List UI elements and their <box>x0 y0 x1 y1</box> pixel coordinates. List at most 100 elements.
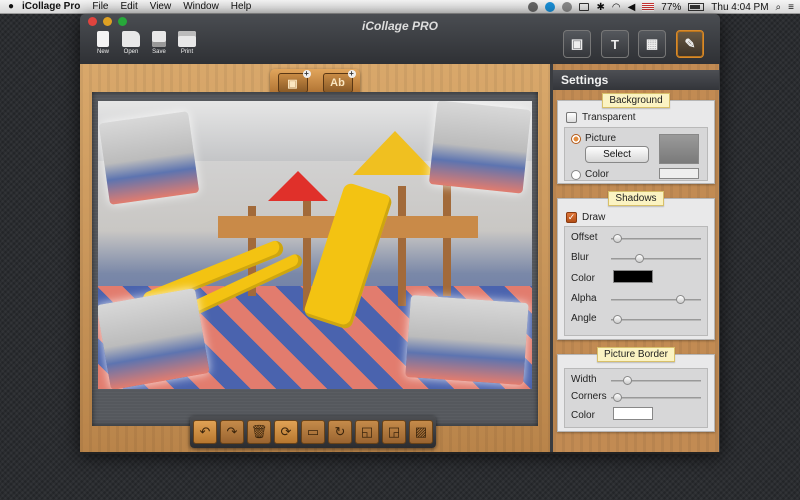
color-label: Color <box>585 169 609 180</box>
draw-checkbox[interactable]: ✓ <box>566 212 577 223</box>
delete-button[interactable]: 🗑 <box>247 420 271 444</box>
text-icon: T <box>611 36 619 52</box>
blur-slider[interactable] <box>611 254 701 263</box>
new-button[interactable]: New <box>90 31 116 55</box>
blur-slider-knob[interactable] <box>635 254 645 263</box>
spotlight-icon[interactable]: ⌕ <box>776 2 782 13</box>
menu-bar: ● iCollage Pro File Edit View Window Hel… <box>0 0 800 14</box>
background-section: Background Transparent Picture Select Co… <box>557 93 715 184</box>
collage-photo-thumbnail[interactable] <box>405 294 529 386</box>
shadow-options: Offset Blur Color Alpha Angle <box>564 226 708 336</box>
shadows-header: Shadows <box>558 191 714 206</box>
battery-icon[interactable] <box>688 3 705 11</box>
draw-label: Draw <box>582 212 606 223</box>
tools-mode-button[interactable]: ✎ <box>676 30 704 58</box>
layout-mode-button[interactable]: ▦ <box>638 30 666 58</box>
select-button[interactable]: Select <box>585 146 649 163</box>
width-label: Width <box>571 374 597 385</box>
add-text-button[interactable]: Ab + <box>322 70 356 93</box>
collage-photo-thumbnail[interactable] <box>428 101 532 194</box>
alpha-label: Alpha <box>571 293 597 304</box>
texture-button[interactable]: ▨ <box>409 420 433 444</box>
background-color-swatch[interactable] <box>659 168 699 179</box>
menu-window[interactable]: Window <box>183 1 219 12</box>
screen-icon[interactable] <box>579 3 590 11</box>
notification-center-icon[interactable]: ≡ <box>788 2 794 13</box>
menu-file[interactable]: File <box>92 1 108 12</box>
pictures-mode-button[interactable]: ▣ <box>563 30 591 58</box>
corners-slider[interactable] <box>611 393 701 402</box>
fit-icon: ▭ <box>306 424 320 439</box>
collage-canvas[interactable] <box>92 92 538 426</box>
volume-icon[interactable]: ◀ <box>628 2 636 13</box>
main-photo[interactable] <box>98 101 532 389</box>
battery-percent[interactable]: 77% <box>661 2 681 13</box>
width-slider-knob[interactable] <box>623 376 633 385</box>
alpha-slider[interactable] <box>611 295 701 304</box>
offset-slider-knob[interactable] <box>612 234 622 243</box>
picture-border-section: Picture Border Width Corners Color <box>557 347 715 432</box>
transparent-label: Transparent <box>582 112 636 123</box>
angle-slider-knob[interactable] <box>612 315 622 324</box>
roof-image <box>353 131 437 175</box>
shuffle-button[interactable]: ⟳ <box>274 420 298 444</box>
picture-radio[interactable] <box>571 133 581 144</box>
layout-icon: ▦ <box>645 36 659 51</box>
text-mode-button[interactable]: T <box>601 30 629 58</box>
shadows-section: Shadows ✓ Draw Offset Blur Color Alpha A… <box>557 191 715 340</box>
redo-icon: ↷ <box>226 424 238 439</box>
add-picture-icon: ▣ <box>287 77 298 90</box>
color-option[interactable]: Color <box>571 169 609 180</box>
save-button[interactable]: Save <box>146 31 172 55</box>
open-button[interactable]: Open <box>118 31 144 55</box>
trash-icon: 🗑 <box>250 424 268 439</box>
alpha-slider-knob[interactable] <box>675 295 685 304</box>
bring-forward-button[interactable]: ◱ <box>355 420 379 444</box>
color-radio[interactable] <box>571 169 581 180</box>
undo-icon: ↶ <box>199 424 211 439</box>
undo-button[interactable]: ↶ <box>193 420 217 444</box>
background-options: Picture Select Color <box>564 127 708 181</box>
picture-option[interactable]: Picture <box>571 133 616 144</box>
rotate-button[interactable]: ↻ <box>328 420 352 444</box>
folder-icon <box>122 31 140 47</box>
shuffle-icon: ⟳ <box>280 424 292 439</box>
wifi-icon[interactable]: ◠ <box>612 2 621 13</box>
clock[interactable]: Thu 4:04 PM <box>711 2 768 13</box>
add-text-icon: Ab <box>330 77 345 89</box>
corners-label: Corners <box>571 391 607 402</box>
border-color-swatch[interactable] <box>613 407 653 420</box>
background-picture-swatch[interactable] <box>659 134 699 164</box>
menu-edit[interactable]: Edit <box>120 1 137 12</box>
status-app-icon[interactable] <box>528 2 539 12</box>
fit-button[interactable]: ▭ <box>301 420 325 444</box>
transparent-option[interactable]: Transparent <box>566 112 636 123</box>
angle-label: Angle <box>571 313 597 324</box>
transparent-checkbox[interactable] <box>566 112 577 123</box>
bluetooth-icon[interactable]: ✱ <box>596 2 604 13</box>
corners-slider-knob[interactable] <box>612 393 622 402</box>
menu-help[interactable]: Help <box>231 1 252 12</box>
offset-slider[interactable] <box>611 234 701 243</box>
skype-icon[interactable] <box>545 2 556 12</box>
menu-view[interactable]: View <box>150 1 172 12</box>
print-button[interactable]: Print <box>174 31 200 55</box>
rotate-icon: ↻ <box>334 424 346 439</box>
collage-photo-thumbnail[interactable] <box>98 111 200 205</box>
collage-photo-thumbnail[interactable] <box>98 287 210 389</box>
save-label: Save <box>152 49 166 55</box>
send-backward-button[interactable]: ◲ <box>382 420 406 444</box>
border-options: Width Corners Color <box>564 368 708 428</box>
add-picture-button[interactable]: ▣ + <box>277 70 311 93</box>
time-machine-icon[interactable] <box>562 2 573 12</box>
flag-icon[interactable] <box>642 3 655 11</box>
width-slider[interactable] <box>611 376 701 385</box>
blur-label: Blur <box>571 252 589 263</box>
shadow-color-swatch[interactable] <box>613 270 653 283</box>
draw-shadow-option[interactable]: ✓ Draw <box>566 212 605 223</box>
apple-menu-icon[interactable]: ● <box>0 1 22 12</box>
menu-app-name[interactable]: iCollage Pro <box>22 1 80 12</box>
offset-label: Offset <box>571 232 598 243</box>
redo-button[interactable]: ↷ <box>220 420 244 444</box>
angle-slider[interactable] <box>611 315 701 324</box>
